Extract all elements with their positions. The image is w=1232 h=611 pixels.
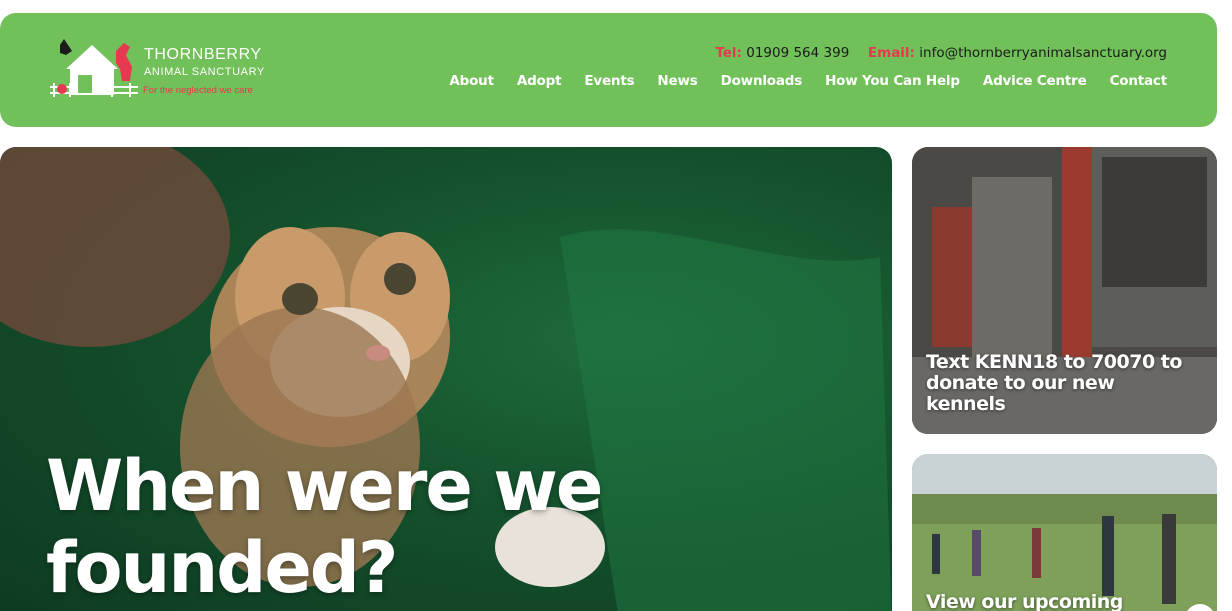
- tel-label: Tel:: [715, 45, 742, 61]
- brand-tagline: For the neglected we care: [143, 85, 253, 96]
- email-label: Email:: [867, 45, 915, 61]
- logo[interactable]: THORNBERRY ANIMAL SANCTUARY For the negl…: [46, 37, 286, 107]
- nav-how-you-can-help[interactable]: How You Can Help: [825, 73, 960, 89]
- hero-banner[interactable]: When were we founded?: [0, 147, 892, 611]
- brand-name: THORNBERRY: [144, 46, 262, 63]
- email-link[interactable]: info@thornberryanimalsanctuary.org: [919, 45, 1167, 61]
- contact-line: Tel: 01909 564 399 Email: info@thornberr…: [715, 45, 1167, 61]
- kennels-card-text: Text KENN18 to 70070 to donate to our ne…: [926, 351, 1182, 415]
- logo-icon: [50, 39, 138, 97]
- nav-contact[interactable]: Contact: [1110, 73, 1168, 89]
- tel-link[interactable]: 01909 564 399: [746, 45, 849, 61]
- events-photo: [912, 454, 1217, 611]
- hero-title: When were we founded?: [46, 445, 603, 609]
- nav-downloads[interactable]: Downloads: [721, 73, 803, 89]
- events-card[interactable]: View our upcoming: [912, 454, 1217, 611]
- nav-news[interactable]: News: [657, 73, 697, 89]
- nav-adopt[interactable]: Adopt: [517, 73, 562, 89]
- brand-subtitle: ANIMAL SANCTUARY: [144, 66, 265, 78]
- kennels-card[interactable]: Text KENN18 to 70070 to donate to our ne…: [912, 147, 1217, 434]
- main-nav: About Adopt Events News Downloads How Yo…: [449, 73, 1167, 89]
- nav-about[interactable]: About: [449, 73, 494, 89]
- site-header: THORNBERRY ANIMAL SANCTUARY For the negl…: [0, 13, 1217, 127]
- nav-advice-centre[interactable]: Advice Centre: [983, 73, 1087, 89]
- nav-events[interactable]: Events: [584, 73, 634, 89]
- events-card-text: View our upcoming: [926, 591, 1123, 611]
